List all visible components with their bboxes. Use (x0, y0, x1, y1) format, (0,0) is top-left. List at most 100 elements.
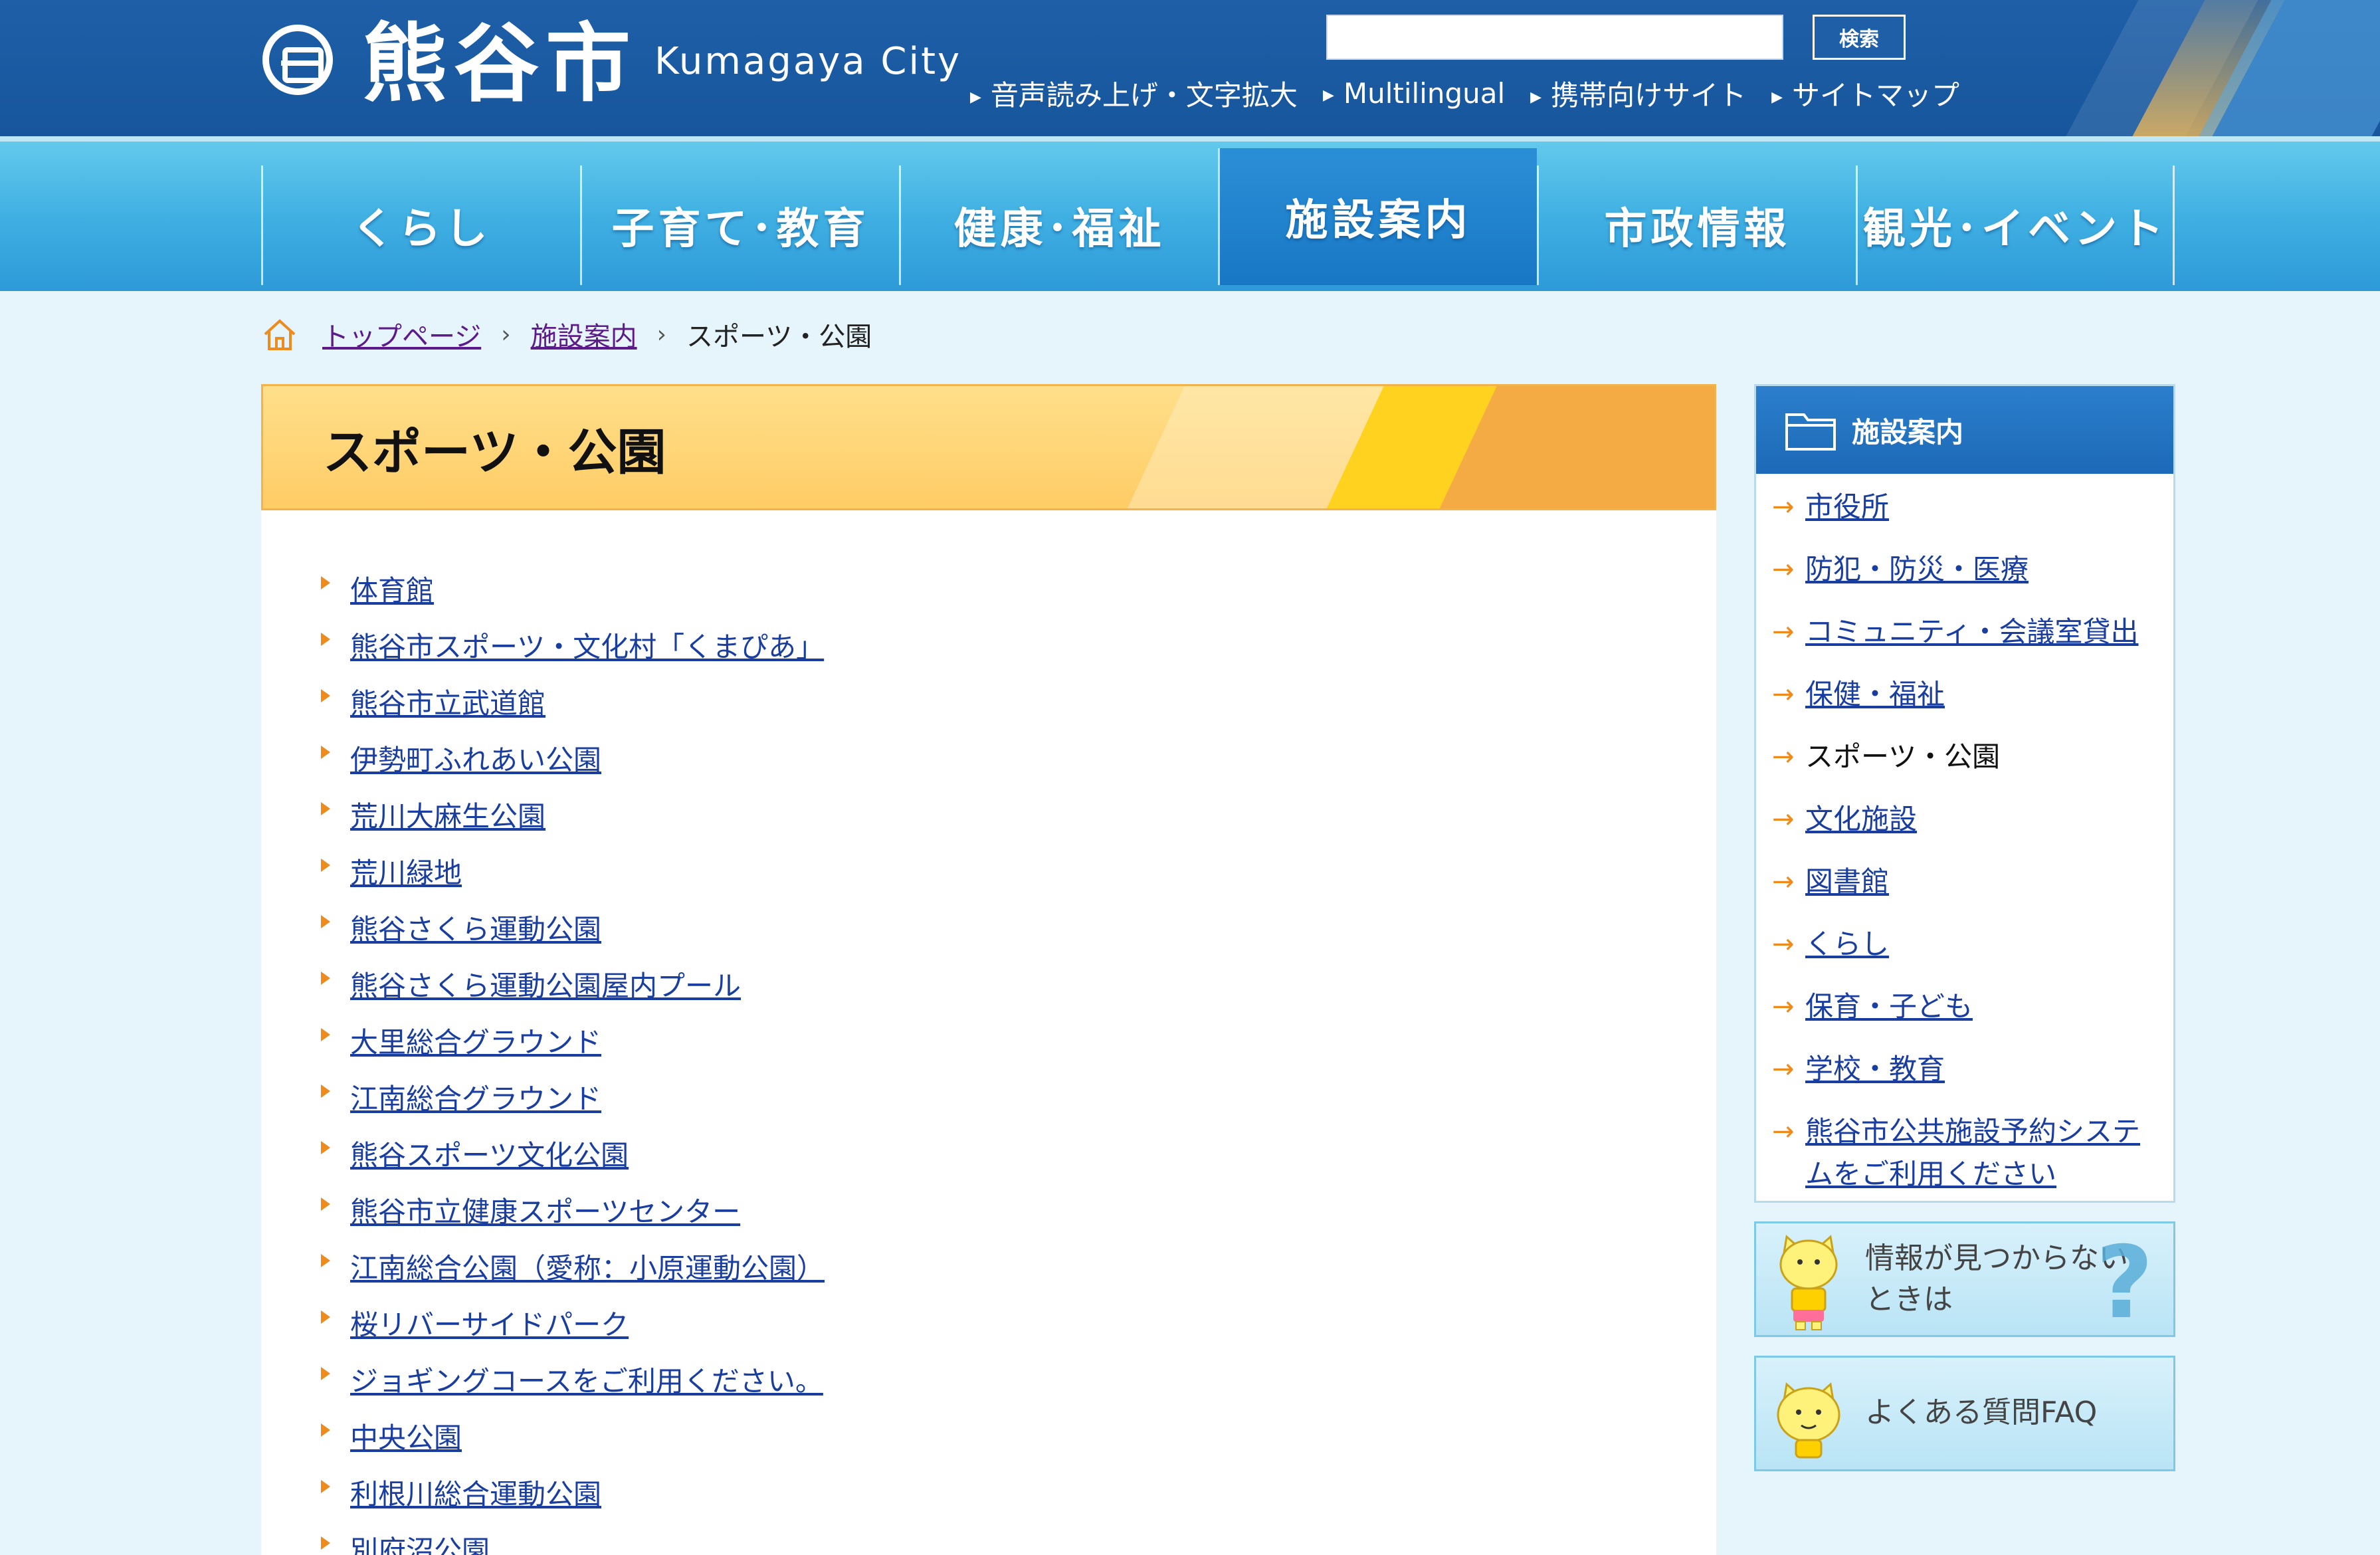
arrow-right-icon: → (1772, 492, 1795, 522)
util-link-label: 携帯向けサイト (1551, 78, 1747, 112)
global-nav-items: くらし 子育て･教育 健康･福祉 施設案内 市政情報 観光･イベント (261, 148, 2175, 285)
triangle-right-icon (321, 1028, 330, 1041)
breadcrumb-home-link[interactable]: トップページ (322, 315, 481, 354)
util-link-accessibility[interactable]: ▶ 音声読み上げ・文字拡大 (970, 73, 1298, 114)
sidebar-item: → 文化施設 (1756, 798, 2173, 861)
sidebar-list: → 市役所 → 防犯・防災・医療 → コミュニティ・会議室貸出 → 保健・福祉 → スポー… (1756, 474, 2173, 1195)
util-link-multilingual[interactable]: ▶ Multilingual (1323, 77, 1505, 110)
nav-item-facilities[interactable]: 施設案内 (1218, 148, 1537, 285)
breadcrumb: トップページ › 施設案内 › スポーツ・公園 (261, 311, 872, 358)
breadcrumb-current: スポーツ・公園 (686, 322, 872, 352)
facility-link[interactable]: 荒川緑地 (350, 851, 462, 891)
facility-link[interactable]: 利根川総合運動公園 (350, 1472, 601, 1512)
question-mark-icon: ? (2095, 1225, 2153, 1337)
triangle-right-icon (321, 972, 330, 985)
arrow-right-icon: → (1772, 1054, 1795, 1085)
facility-link[interactable]: 熊谷市スポーツ・文化村「くまぴあ」 (350, 625, 824, 665)
sidebar-item-link[interactable]: 熊谷市公共施設予約システムをご利用ください (1805, 1110, 2151, 1195)
sidebar-item-link[interactable]: 文化施設 (1805, 798, 2151, 841)
main-content: スポーツ・公園 体育館 熊谷市スポーツ・文化村「くまぴあ」 熊谷市立武道館 伊勢… (261, 384, 1716, 1555)
triangle-right-icon (321, 689, 330, 702)
banner-faq-label: よくある質問FAQ (1865, 1396, 2098, 1429)
facility-link[interactable]: 荒川大麻生公園 (350, 794, 545, 835)
search-input[interactable] (1326, 15, 1783, 60)
util-link-mobile[interactable]: ▶ 携帯向けサイト (1530, 73, 1746, 114)
facility-link[interactable]: 伊勢町ふれあい公園 (350, 738, 601, 778)
facility-link[interactable]: 大里総合グラウンド (350, 1020, 601, 1061)
list-item: 熊谷市立武道館 (321, 681, 825, 738)
nav-item-childcare-education[interactable]: 子育て･教育 (580, 165, 899, 285)
facility-link[interactable]: 体育館 (350, 568, 434, 609)
list-item: 利根川総合運動公園 (321, 1472, 825, 1528)
city-emblem-icon[interactable] (262, 25, 333, 95)
list-item: 熊谷さくら運動公園屋内プール (321, 964, 825, 1020)
nav-item-kurashi[interactable]: くらし (261, 165, 580, 285)
facility-link[interactable]: 熊谷さくら運動公園 (350, 907, 601, 948)
sidebar-item: → 保育・子ども (1756, 985, 2173, 1048)
util-link-label: Multilingual (1343, 76, 1506, 110)
triangle-right-icon: ▶ (1771, 88, 1783, 106)
facility-link[interactable]: 中央公園 (350, 1415, 462, 1456)
triangle-right-icon (321, 915, 330, 928)
sidebar-item-link[interactable]: 学校・教育 (1805, 1048, 2151, 1090)
utility-links: ▶ 音声読み上げ・文字拡大 ▶ Multilingual ▶ 携帯向けサイト ▶ サイト… (970, 73, 1985, 113)
sidebar-item: → 市役所 (1756, 486, 2173, 548)
sidebar-item-link[interactable]: 図書館 (1805, 861, 2151, 903)
triangle-right-icon: ▶ (970, 88, 981, 106)
util-link-sitemap[interactable]: ▶ サイトマップ (1771, 73, 1959, 114)
triangle-right-icon (321, 633, 330, 646)
page-title-bar: スポーツ・公園 (261, 384, 1716, 510)
facility-link[interactable]: 熊谷市立健康スポーツセンター (350, 1190, 740, 1230)
list-item: 桜リバーサイドパーク (321, 1302, 825, 1359)
facility-link[interactable]: ジョギングコースをご利用ください。 (350, 1359, 823, 1400)
sidebar-item-link[interactable]: 市役所 (1805, 486, 2151, 528)
sidebar-item-link[interactable]: コミュニティ・会議室貸出 (1805, 611, 2151, 653)
sidebar-item-link[interactable]: 保健・福祉 (1805, 673, 2151, 716)
site-header: 熊谷市 Kumagaya City 検索 ▶ 音声読み上げ・文字拡大 ▶ Multi… (0, 0, 2380, 136)
triangle-right-icon (321, 1480, 330, 1493)
banner-faq[interactable]: よくある質問FAQ (1754, 1356, 2175, 1471)
breadcrumb-facilities-link[interactable]: 施設案内 (531, 315, 637, 354)
arrow-right-icon: → (1772, 867, 1795, 897)
facility-link[interactable]: 桜リバーサイドパーク (350, 1302, 629, 1343)
triangle-right-icon (321, 1367, 330, 1380)
facility-link[interactable]: 江南総合グラウンド (350, 1077, 601, 1117)
list-item: 熊谷さくら運動公園 (321, 907, 825, 964)
arrow-right-icon: → (1772, 679, 1795, 710)
triangle-right-icon: ▶ (1530, 88, 1542, 106)
search-button[interactable]: 検索 (1813, 15, 1906, 60)
page-title: スポーツ・公園 (323, 424, 666, 481)
sidebar-item: → 学校・教育 (1756, 1048, 2173, 1110)
nav-item-health-welfare[interactable]: 健康･福祉 (899, 165, 1218, 285)
facility-link[interactable]: 熊谷さくら運動公園屋内プール (350, 964, 741, 1004)
sidebar-nav: 施設案内 → 市役所 → 防犯・防災・医療 → コミュニティ・会議室貸出 → 保健・福祉… (1754, 384, 2175, 1203)
triangle-right-icon (321, 1197, 330, 1211)
facility-link[interactable]: 江南総合公園（愛称：小原運動公園） (350, 1246, 825, 1287)
list-item: 体育館 (321, 568, 825, 625)
home-icon (264, 319, 296, 350)
list-item: 熊谷市スポーツ・文化村「くまぴあ」 (321, 625, 825, 681)
list-item: 荒川緑地 (321, 851, 825, 907)
sidebar-item-link[interactable]: 保育・子ども (1805, 985, 2151, 1028)
list-item: 伊勢町ふれあい公園 (321, 738, 825, 794)
sidebar-item: → コミュニティ・会議室貸出 (1756, 611, 2173, 673)
facility-link[interactable]: 熊谷スポーツ文化公園 (350, 1133, 629, 1174)
sidebar-item-link[interactable]: 防犯・防災・医療 (1805, 548, 2151, 591)
util-link-label: 音声読み上げ・文字拡大 (990, 78, 1298, 112)
triangle-right-icon (321, 802, 330, 815)
sidebar-item: → くらし (1756, 923, 2173, 985)
sidebar-item-link[interactable]: くらし (1805, 923, 2151, 966)
facility-link[interactable]: 熊谷市立武道館 (350, 681, 545, 722)
banner-cant-find-info[interactable]: 情報が見つからない ときは ? (1754, 1221, 2175, 1337)
chevron-right-icon: › (656, 320, 667, 348)
triangle-right-icon (321, 1085, 330, 1098)
sidebar-title: 施設案内 (1852, 415, 1964, 449)
nav-item-city-government[interactable]: 市政情報 (1537, 165, 1856, 285)
site-logo-english[interactable]: Kumagaya City (654, 40, 961, 83)
global-nav: くらし 子育て･教育 健康･福祉 施設案内 市政情報 観光･イベント (0, 136, 2380, 291)
list-item: ジョギングコースをご利用ください。 (321, 1359, 825, 1415)
sidebar-item-current: → スポーツ・公園 (1756, 736, 2173, 798)
nav-item-tourism-events[interactable]: 観光･イベント (1856, 165, 2175, 285)
facility-link[interactable]: 別府沼公園 (350, 1528, 490, 1555)
site-logo-kanji[interactable]: 熊谷市 (362, 15, 637, 114)
